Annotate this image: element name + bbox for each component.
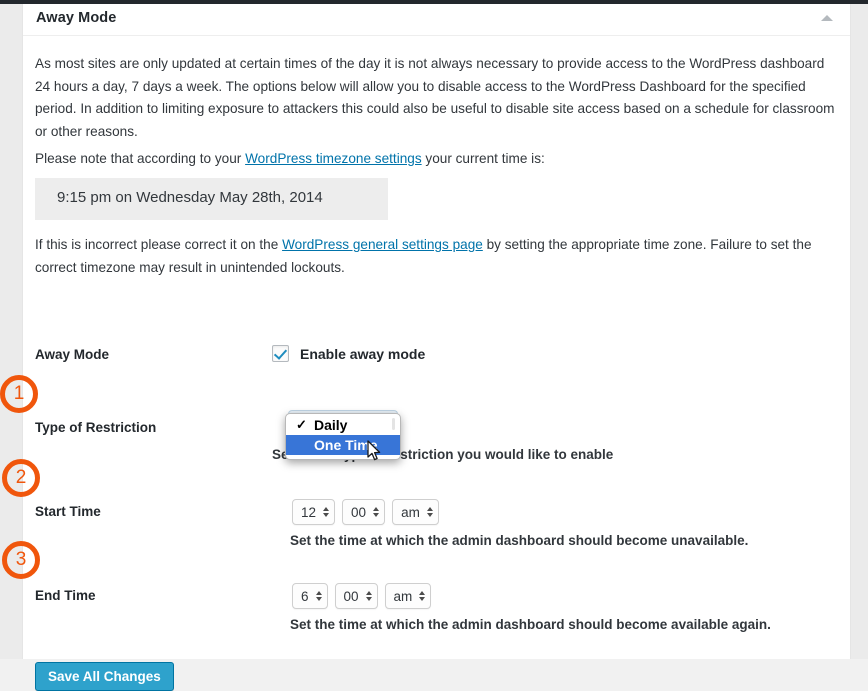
enable-away-mode-row[interactable]: Enable away mode xyxy=(272,345,425,362)
start-time-minute-value: 00 xyxy=(351,504,367,520)
start-time-description: Set the time at which the admin dashboar… xyxy=(290,533,749,548)
end-time-hour-value: 6 xyxy=(301,588,309,604)
stepper-arrows-icon xyxy=(323,507,330,517)
stepper-arrows-icon xyxy=(373,507,380,517)
annotation-badge-1: 1 xyxy=(0,375,38,413)
end-time-row-label: End Time xyxy=(35,588,96,603)
type-of-restriction-dropdown[interactable]: ✓ Daily One Time xyxy=(285,413,401,460)
end-time-description: Set the time at which the admin dashboar… xyxy=(290,617,771,632)
end-time-minute-select[interactable]: 00 xyxy=(334,583,378,609)
panel-header: Away Mode xyxy=(23,4,850,36)
intro-paragraph: As most sites are only updated at certai… xyxy=(35,56,835,139)
annotation-badge-2: 2 xyxy=(2,459,40,497)
stepper-arrows-icon xyxy=(365,591,372,601)
timezone-correction-paragraph: If this is incorrect please correct it o… xyxy=(35,234,840,279)
start-time-controls: 12 00 am xyxy=(292,499,439,525)
enable-away-mode-label: Enable away mode xyxy=(300,345,426,362)
annotation-badge-3: 3 xyxy=(2,541,40,579)
save-all-changes-button[interactable]: Save All Changes xyxy=(35,662,174,691)
wordpress-general-settings-link[interactable]: WordPress general settings page xyxy=(282,237,483,252)
dropdown-option-one-time-label: One Time xyxy=(314,437,378,453)
end-time-meridiem-value: am xyxy=(393,588,413,604)
away-mode-panel: Away Mode As most sites are only updated… xyxy=(22,4,851,691)
dropdown-option-daily[interactable]: ✓ Daily xyxy=(286,415,400,435)
stepper-arrows-icon xyxy=(419,591,426,601)
timezone-note-paragraph: Please note that according to your WordP… xyxy=(35,148,840,171)
checkmark-icon: ✓ xyxy=(296,417,307,432)
dropdown-option-one-time[interactable]: One Time xyxy=(286,435,400,455)
end-time-minute-value: 00 xyxy=(343,588,359,604)
start-time-hour-value: 12 xyxy=(301,504,317,520)
stepper-arrows-icon xyxy=(315,591,322,601)
start-time-hour-select[interactable]: 12 xyxy=(292,499,336,525)
end-time-controls: 6 00 am xyxy=(292,583,432,609)
wordpress-timezone-settings-link[interactable]: WordPress timezone settings xyxy=(245,151,422,166)
triangle-up-icon[interactable] xyxy=(821,15,833,21)
end-time-meridiem-select[interactable]: am xyxy=(384,583,432,609)
start-time-meridiem-select[interactable]: am xyxy=(392,499,439,525)
current-time-box: 9:15 pm on Wednesday May 28th, 2014 xyxy=(35,178,388,220)
correct-prefix: If this is incorrect please correct it o… xyxy=(35,237,283,252)
end-time-hour-select[interactable]: 6 xyxy=(292,583,328,609)
enable-away-mode-checkbox[interactable] xyxy=(272,345,289,362)
dropdown-option-daily-label: Daily xyxy=(314,417,348,433)
page-background: Away Mode As most sites are only updated… xyxy=(0,0,868,691)
note-suffix: your current time is: xyxy=(421,151,545,166)
stepper-arrows-icon xyxy=(426,507,433,517)
start-time-row-label: Start Time xyxy=(35,504,101,519)
right-gutter xyxy=(851,4,868,659)
start-time-minute-select[interactable]: 00 xyxy=(342,499,386,525)
page-title: Away Mode xyxy=(36,10,117,26)
note-prefix: Please note that according to your xyxy=(35,151,246,166)
current-time-value: 9:15 pm on Wednesday May 28th, 2014 xyxy=(57,189,323,206)
start-time-meridiem-value: am xyxy=(401,504,420,520)
type-of-restriction-row-label: Type of Restriction xyxy=(35,420,157,435)
away-mode-row-label: Away Mode xyxy=(35,347,110,362)
